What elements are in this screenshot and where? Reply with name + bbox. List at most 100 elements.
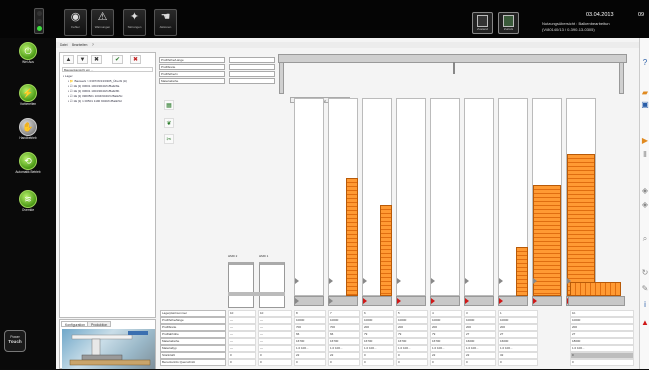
diamond-icon[interactable]: ◈ xyxy=(640,186,649,198)
table-cell[interactable]: 16700 xyxy=(396,338,428,345)
sidebar-item-prepare[interactable]: ⚡ Vorbereiten xyxy=(11,84,45,106)
play-icon[interactable]: ▶ xyxy=(640,136,649,148)
table-cell[interactable]: 79 xyxy=(396,331,428,338)
table-cell[interactable]: 0 xyxy=(362,352,394,359)
alert-icon[interactable]: ▲ xyxy=(640,318,649,330)
table-cell[interactable]: 22 xyxy=(294,352,326,359)
table-cell[interactable]: 79 xyxy=(362,331,394,338)
table-cell[interactable]: 10000 xyxy=(362,317,394,324)
table-cell[interactable]: 0 xyxy=(430,359,462,366)
table-cell[interactable]: 27 xyxy=(498,331,538,338)
table-cell[interactable]: 79 xyxy=(430,331,462,338)
sidebar-item-override[interactable]: ≋ Override xyxy=(11,190,45,212)
table-cell[interactable]: 16700 xyxy=(294,338,326,345)
table-cell[interactable]: 0 xyxy=(328,359,360,366)
table-cell[interactable]: 1.0 100... xyxy=(498,345,538,352)
search-icon[interactable]: ⌕ xyxy=(640,234,649,246)
table-cell[interactable]: 7 xyxy=(328,310,360,317)
table-cell[interactable]: 1.0 100... xyxy=(328,345,360,352)
diamond2-icon[interactable]: ◈ xyxy=(640,200,649,212)
state-button[interactable]: Zustand xyxy=(472,12,493,34)
table-cell[interactable]: 700 xyxy=(294,324,326,331)
table-cell[interactable]: — xyxy=(228,345,256,352)
table-cell[interactable]: 200 xyxy=(498,324,538,331)
table-cell[interactable]: — xyxy=(228,331,256,338)
table-cell[interactable]: 1.0 100... xyxy=(362,345,394,352)
table-cell[interactable]: 10000 xyxy=(464,317,496,324)
table-cell[interactable]: 700 xyxy=(328,324,360,331)
table-cell[interactable]: 66 xyxy=(294,331,326,338)
tool-fault-button[interactable]: ✦ Störungen xyxy=(123,9,146,36)
tool-actions-button[interactable]: ☚ Aktionen xyxy=(154,9,177,36)
tool-error-button[interactable]: ◉ Fehler xyxy=(64,9,87,36)
save-icon[interactable]: ▣ xyxy=(640,100,649,112)
table-cell[interactable]: 0 xyxy=(228,359,256,366)
table-cell[interactable]: 16000 xyxy=(498,338,538,345)
table-cell[interactable]: 1 xyxy=(498,310,538,317)
sidebar-item-power[interactable]: ⏻ Wel Aus xyxy=(11,42,45,64)
table-cell[interactable]: 10 xyxy=(258,310,292,317)
table-cell[interactable]: — xyxy=(258,338,292,345)
stack-column[interactable] xyxy=(294,98,324,296)
table-cell[interactable]: 0 xyxy=(464,359,496,366)
table-cell[interactable]: 32 xyxy=(498,352,538,359)
table-cell[interactable]: 1.0 100... xyxy=(294,345,326,352)
table-cell[interactable]: 200 xyxy=(464,324,496,331)
table-cell[interactable]: 8 xyxy=(294,310,326,317)
table-cell[interactable]: 0 xyxy=(258,352,292,359)
table-cell[interactable]: 1.0 100... xyxy=(570,345,634,352)
table-cell[interactable]: 0 xyxy=(362,359,394,366)
table-cell[interactable]: — xyxy=(228,324,256,331)
help-icon[interactable]: ? xyxy=(640,58,649,70)
table-cell[interactable]: 10000 xyxy=(294,317,326,324)
table-cell[interactable]: 1b xyxy=(570,310,634,317)
edit-icon[interactable]: ✎ xyxy=(640,284,649,296)
stack-column[interactable] xyxy=(464,98,494,296)
table-cell[interactable]: 16700 xyxy=(362,338,394,345)
table-cell[interactable]: 22 xyxy=(464,352,496,359)
table-cell[interactable]: — xyxy=(228,338,256,345)
table-cell[interactable]: 10000 xyxy=(396,317,428,324)
table-cell[interactable]: 10000 xyxy=(430,317,462,324)
table-cell[interactable]: 10000 xyxy=(498,317,538,324)
table-cell[interactable]: 1.0 100... xyxy=(464,345,496,352)
table-cell[interactable]: 0 xyxy=(570,359,634,366)
table-cell[interactable]: 22 xyxy=(430,352,462,359)
table-cell[interactable]: 16700 xyxy=(328,338,360,345)
table-cell[interactable]: — xyxy=(258,331,292,338)
table-cell[interactable]: 66 xyxy=(328,331,360,338)
table-cell[interactable]: 0 xyxy=(498,359,538,366)
table-cell[interactable]: 0 xyxy=(570,352,634,359)
table-cell[interactable]: 0 xyxy=(396,359,428,366)
table-cell[interactable]: 5 xyxy=(396,310,428,317)
table-cell[interactable]: 27 xyxy=(464,331,496,338)
table-cell[interactable]: 22 xyxy=(328,352,360,359)
table-cell[interactable]: 1.0 100... xyxy=(430,345,462,352)
table-cell[interactable]: 18000 xyxy=(570,338,634,345)
table-cell[interactable]: — xyxy=(258,324,292,331)
table-cell[interactable]: 27 xyxy=(570,331,634,338)
table-cell[interactable]: 4 xyxy=(430,310,462,317)
table-cell[interactable]: — xyxy=(228,317,256,324)
table-cell[interactable]: 10000 xyxy=(570,317,634,324)
table-cell[interactable]: 0 xyxy=(228,352,256,359)
table-cell[interactable]: — xyxy=(258,317,292,324)
table-cell[interactable]: 10 xyxy=(228,310,256,317)
stack-column[interactable] xyxy=(396,98,426,296)
table-cell[interactable]: 0 xyxy=(258,359,292,366)
stack-column[interactable] xyxy=(430,98,460,296)
table-cell[interactable]: 16000 xyxy=(464,338,496,345)
table-cell[interactable]: 16700 xyxy=(430,338,462,345)
table-cell[interactable]: 200 xyxy=(362,324,394,331)
table-cell[interactable]: 1.0 100... xyxy=(396,345,428,352)
table-cell[interactable]: 0 xyxy=(294,359,326,366)
table-cell[interactable]: 6 xyxy=(362,310,394,317)
pause-icon[interactable]: Ⅱ xyxy=(640,150,649,162)
back-button[interactable]: Zurück xyxy=(498,12,519,34)
refresh-icon[interactable]: ↻ xyxy=(640,268,649,280)
table-cell[interactable]: 3 xyxy=(464,310,496,317)
table-cell[interactable]: 200 xyxy=(430,324,462,331)
table-cell[interactable]: 200 xyxy=(396,324,428,331)
folder-icon[interactable]: ▰ xyxy=(640,88,649,100)
table-cell[interactable]: 200 xyxy=(570,324,634,331)
